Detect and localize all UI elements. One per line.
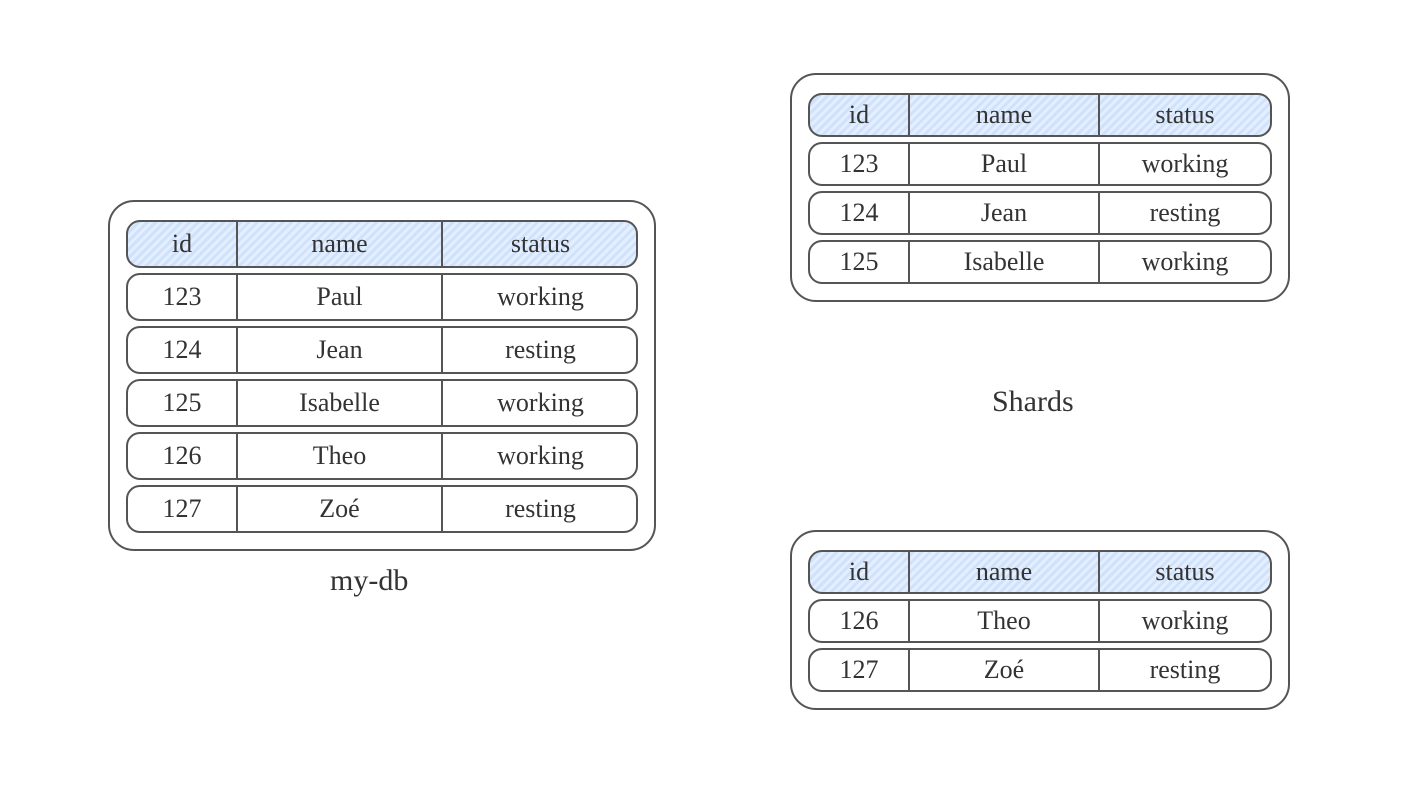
cell-id: 127 — [128, 487, 238, 531]
cell-status: working — [443, 434, 638, 478]
cell-id: 124 — [810, 193, 910, 233]
col-header-name: name — [238, 222, 443, 266]
cell-name: Paul — [910, 144, 1100, 184]
shard-1-table: id name status 123 Paul working 124 Jean… — [790, 73, 1290, 302]
cell-status: working — [1100, 144, 1270, 184]
col-header-status: status — [443, 222, 638, 266]
shard-2-table: id name status 126 Theo working 127 Zoé … — [790, 530, 1290, 710]
cell-id: 125 — [810, 242, 910, 282]
cell-name: Paul — [238, 275, 443, 319]
cell-status: working — [443, 275, 638, 319]
cell-id: 126 — [128, 434, 238, 478]
table-row: 125 Isabelle working — [808, 240, 1272, 284]
table-row: 125 Isabelle working — [126, 379, 638, 427]
cell-status: working — [1100, 601, 1270, 641]
main-db-table: id name status 123 Paul working 124 Jean… — [108, 200, 656, 551]
cell-status: resting — [1100, 193, 1270, 233]
col-header-id: id — [810, 95, 910, 135]
table-row: 126 Theo working — [126, 432, 638, 480]
table-row: 124 Jean resting — [808, 191, 1272, 235]
main-db-caption: my-db — [330, 564, 408, 598]
shards-caption: Shards — [992, 385, 1074, 419]
table-row: 124 Jean resting — [126, 326, 638, 374]
col-header-status: status — [1100, 552, 1270, 592]
table-row: 123 Paul working — [808, 142, 1272, 186]
cell-id: 127 — [810, 650, 910, 690]
cell-name: Isabelle — [238, 381, 443, 425]
table-row: 126 Theo working — [808, 599, 1272, 643]
cell-id: 123 — [810, 144, 910, 184]
col-header-id: id — [128, 222, 238, 266]
col-header-status: status — [1100, 95, 1270, 135]
cell-id: 126 — [810, 601, 910, 641]
cell-status: working — [1100, 242, 1270, 282]
cell-name: Jean — [238, 328, 443, 372]
table-row: 127 Zoé resting — [808, 648, 1272, 692]
table-header-row: id name status — [808, 550, 1272, 594]
cell-status: resting — [1100, 650, 1270, 690]
cell-name: Isabelle — [910, 242, 1100, 282]
col-header-name: name — [910, 552, 1100, 592]
table-row: 123 Paul working — [126, 273, 638, 321]
table-row: 127 Zoé resting — [126, 485, 638, 533]
cell-name: Jean — [910, 193, 1100, 233]
cell-name: Zoé — [910, 650, 1100, 690]
cell-id: 124 — [128, 328, 238, 372]
cell-status: resting — [443, 487, 638, 531]
cell-name: Theo — [910, 601, 1100, 641]
cell-id: 125 — [128, 381, 238, 425]
table-header-row: id name status — [808, 93, 1272, 137]
table-header-row: id name status — [126, 220, 638, 268]
cell-status: resting — [443, 328, 638, 372]
cell-name: Theo — [238, 434, 443, 478]
col-header-name: name — [910, 95, 1100, 135]
cell-id: 123 — [128, 275, 238, 319]
col-header-id: id — [810, 552, 910, 592]
cell-name: Zoé — [238, 487, 443, 531]
cell-status: working — [443, 381, 638, 425]
